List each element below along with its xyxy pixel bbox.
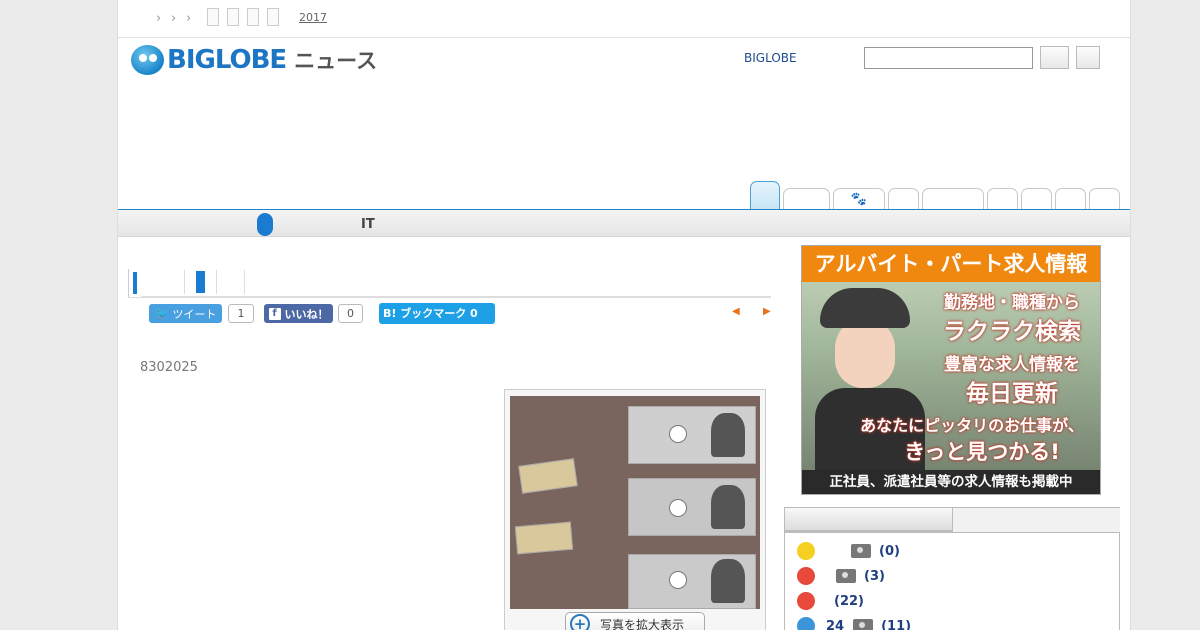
breadcrumb-link[interactable] [247,8,259,26]
tab-indicator [133,272,137,294]
banknote-image [628,478,756,536]
nav-tab[interactable] [922,188,984,210]
nav-tab[interactable] [783,188,830,210]
ad-line: きっと見つかる! [904,440,1060,464]
ranking-row[interactable]: 24 (11) [797,616,911,630]
breadcrumb-link[interactable] [267,8,279,26]
note-circle [669,499,687,517]
tweet-button[interactable]: 🐦 ツイート [149,304,222,323]
prev-article-arrow[interactable]: ◀ [732,306,740,317]
note-circle [669,425,687,443]
article-tab[interactable] [196,271,205,293]
ranking-panel: (0) (3) (22) 24 (11) [784,507,1120,630]
nav-tab-home[interactable] [750,181,780,210]
breadcrumb-separator: › [186,11,192,26]
person-face [835,318,895,388]
photo-count: (3) [864,568,885,584]
breadcrumb-separator: › [171,11,177,26]
ad-line: 毎日更新 [966,381,1058,407]
category-it[interactable]: IT [361,217,375,232]
paw-icon: 🐾 [850,192,868,207]
photo-count: (0) [879,543,900,559]
facebook-like-button[interactable]: f いいね！ [264,304,333,323]
person-hat [820,288,910,328]
like-count: 0 [338,304,363,323]
nav-tab[interactable] [1089,188,1120,210]
hatena-bookmark-button[interactable]: B! ブックマーク 0 [379,303,495,324]
ad-line: 勤務地・職種から [944,293,1080,313]
zoom-label: 写真を拡大表示 [600,617,685,630]
tab-divider [216,270,217,294]
nav-tab[interactable] [1055,188,1086,210]
logo-section-text: ニュース [294,49,378,73]
category-selected-indicator[interactable] [257,213,273,236]
camera-icon [851,544,871,558]
upset-face-icon [797,592,815,610]
nav-tab-pets[interactable]: 🐾 [833,188,885,210]
tweet-label: ツイート [172,307,217,321]
tab-divider [184,270,185,294]
nav-tab[interactable] [987,188,1018,210]
camera-icon [836,569,856,583]
ranking-count: 24 [826,618,845,630]
ranking-row[interactable]: (22) [797,591,864,611]
zoom-photo-button[interactable]: + 写真を拡大表示 [565,612,705,630]
photo-count: (11) [881,618,912,630]
article-tabs [128,268,771,298]
breadcrumb-link[interactable] [227,8,239,26]
ranking-row[interactable]: (3) [797,566,885,586]
camera-icon [853,619,874,630]
zoom-plus-icon: + [570,614,590,630]
globe-mascot-icon [131,45,164,75]
ad-line: ラクラク検索 [943,319,1081,345]
tweet-count: 1 [228,304,254,323]
banknote-image-small [514,521,574,555]
nav-tab[interactable] [888,188,919,210]
banknote-photo [510,396,760,609]
ranking-tab[interactable] [952,508,1120,533]
utility-bar: › › › 2017 [118,0,1130,38]
ad-line: 豊富な求人情報を [944,355,1080,375]
search-button[interactable] [1040,46,1069,69]
category-bar: IT [118,209,1130,237]
portrait-shape [711,485,745,529]
sad-face-icon [797,617,815,630]
tab-divider [244,270,245,294]
twitter-bird-icon: 🐦 [154,307,169,320]
portrait-shape [711,413,745,457]
ad-line: あなたにピッタリのお仕事が、 [860,416,1084,435]
ad-headline: アルバイト・パート求人情報 [802,246,1100,282]
breadcrumb-link[interactable] [207,8,219,26]
nav-tab[interactable] [1021,188,1052,210]
logo-brand-text: BIGLOBE [167,45,287,75]
breadcrumb-separator: › [156,11,162,26]
article-date: 8302025 [140,360,198,375]
article-photo[interactable]: + 写真を拡大表示 [504,389,766,630]
ranking-row[interactable]: (0) [797,541,900,561]
next-article-arrow[interactable]: ▶ [763,306,771,317]
photo-count: (22) [834,593,864,609]
ranking-tab-active[interactable] [785,508,952,533]
year-link[interactable]: 2017 [299,11,327,24]
angry-face-icon [797,567,815,585]
facebook-icon: f [268,307,281,320]
neutral-face-icon [797,542,815,560]
banknote-image-small [518,458,578,494]
site-logo[interactable]: BIGLOBE ニュース [131,44,377,76]
portrait-shape [711,559,745,603]
biglobe-link[interactable]: BIGLOBE [744,51,797,65]
note-circle [669,571,687,589]
ad-footer: 正社員、派遣社員等の求人情報も掲載中 [802,470,1100,494]
banknote-image [628,406,756,464]
search-option-button[interactable] [1076,46,1100,69]
job-ad-banner[interactable]: アルバイト・パート求人情報 勤務地・職種から ラクラク検索 豊富な求人情報を 毎… [801,245,1101,495]
like-label: いいね！ [284,307,329,321]
page: › › › 2017 BIGLOBE ニュース BIGLOBE 🐾 IT 🐦 ツ… [117,0,1131,630]
banknote-image [628,554,756,609]
search-input[interactable] [864,47,1033,69]
